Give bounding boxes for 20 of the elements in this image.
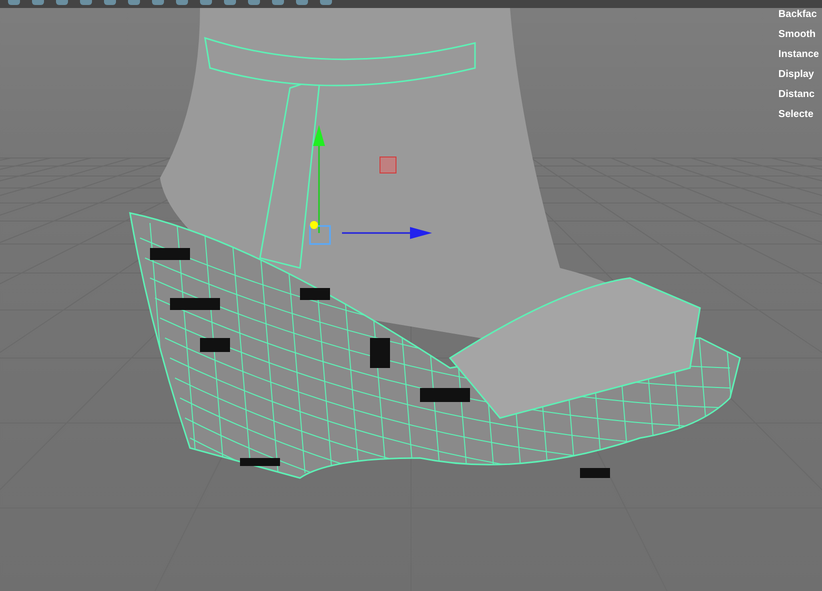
toolbar-icon[interactable]	[32, 0, 44, 5]
toolbar-icon[interactable]	[176, 0, 188, 5]
toolbar-icon[interactable]	[248, 0, 260, 5]
toolbar-icon[interactable]	[320, 0, 332, 5]
toolbar-icon[interactable]	[80, 0, 92, 5]
toolbar-icon[interactable]	[56, 0, 68, 5]
toolbar-icon[interactable]	[296, 0, 308, 5]
toolbar-icon[interactable]	[272, 0, 284, 5]
hud-label: Display	[778, 68, 814, 82]
hud-label: Distanc	[778, 88, 815, 102]
toolbar-icon[interactable]	[8, 0, 20, 5]
hud-label: Backfac	[778, 8, 817, 22]
toolbar-icon[interactable]	[200, 0, 212, 5]
toolbar-icon[interactable]	[104, 0, 116, 5]
toolbar-icon[interactable]	[128, 0, 140, 5]
hud-label: Selecte	[778, 108, 814, 122]
toolbar-icon[interactable]	[224, 0, 236, 5]
hud-label: Instance	[778, 48, 819, 62]
toolbar-icon[interactable]	[152, 0, 164, 5]
hud-label: Smooth	[778, 28, 816, 42]
